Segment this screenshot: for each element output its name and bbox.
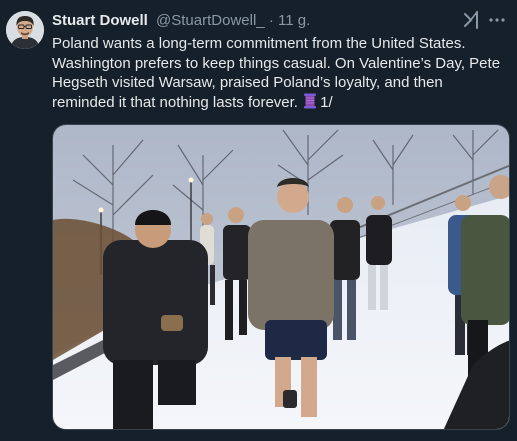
avatar[interactable] — [6, 11, 44, 49]
photo-runners-in-snow — [53, 125, 509, 429]
author-handle[interactable]: @StuartDowell_ — [156, 12, 265, 29]
tweet-header: Stuart Dowell @StuartDowell_ · 11 g. — [52, 11, 507, 31]
grok-icon[interactable] — [461, 10, 481, 30]
tweet-photo[interactable] — [52, 124, 510, 430]
tweet-text: Poland wants a long-term commitment from… — [52, 34, 508, 112]
more-options-icon[interactable] — [487, 10, 507, 30]
timestamp[interactable]: 11 g. — [278, 12, 310, 29]
thread-spool-icon — [304, 93, 317, 108]
separator-dot: · — [268, 12, 274, 29]
tweet-text-main: Poland wants a long-term commitment from… — [52, 35, 505, 111]
avatar-image — [6, 11, 44, 49]
tweet[interactable]: Stuart Dowell @StuartDowell_ · 11 g. Pol… — [0, 0, 517, 441]
author-name[interactable]: Stuart Dowell — [52, 12, 148, 29]
thread-marker: 1/ — [320, 93, 333, 111]
